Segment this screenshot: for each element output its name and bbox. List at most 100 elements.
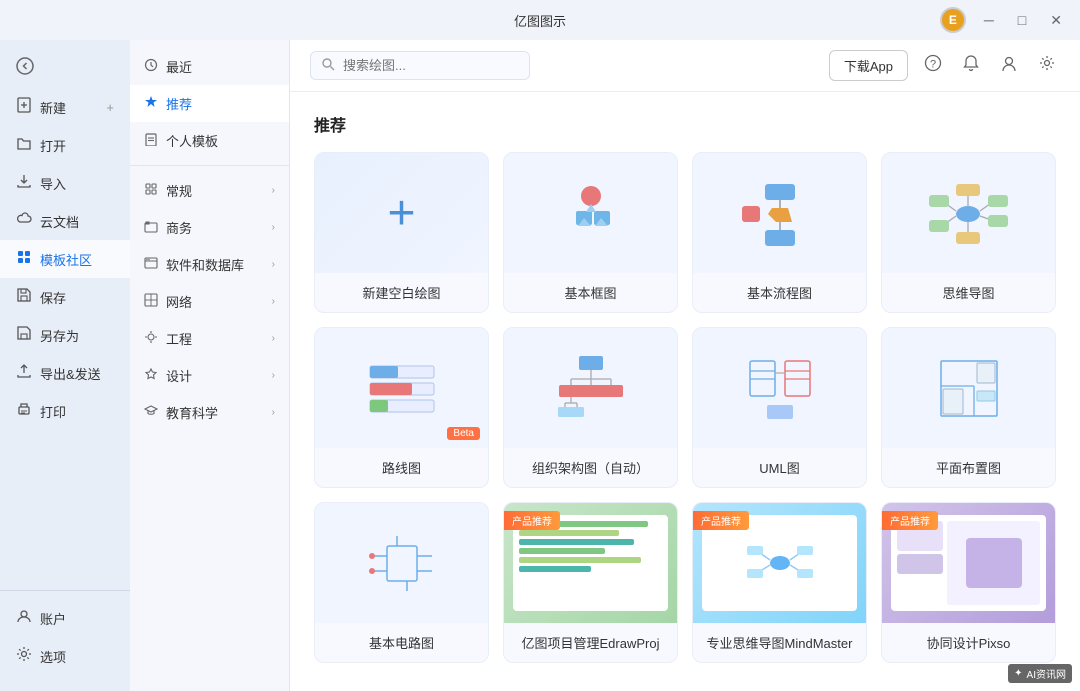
chevron-icon-education: ›	[272, 407, 275, 418]
watermark-text: AI资讯网	[1027, 666, 1066, 681]
template-card-roadmap[interactable]: Beta 路线图	[314, 327, 489, 488]
mid-nav-label-education: 教育科学	[166, 403, 218, 422]
sidebar-item-open[interactable]: 打开	[0, 126, 130, 164]
mid-navigation: 最近 推荐 个人模板 常	[130, 40, 290, 691]
search-box[interactable]	[310, 51, 530, 80]
mid-nav-label-recent: 最近	[166, 57, 192, 76]
template-card-basic-frame[interactable]: 基本框图	[503, 152, 678, 313]
open-icon	[16, 135, 32, 155]
sidebar-item-template[interactable]: 模板社区	[0, 240, 130, 278]
mid-nav-personal[interactable]: 个人模板	[130, 122, 289, 159]
sidebar-back-button[interactable]	[0, 48, 130, 88]
sidebar-item-label-account: 账户	[40, 609, 66, 628]
template-thumbnail-flow	[693, 153, 866, 273]
user-icon[interactable]	[996, 50, 1022, 81]
template-thumbnail-mind	[882, 153, 1055, 273]
saveas-icon	[16, 325, 32, 345]
mid-nav-label-design: 设计	[166, 366, 192, 385]
chevron-icon-software: ›	[272, 259, 275, 270]
recommend-icon	[144, 95, 158, 112]
sidebar-item-import[interactable]: 导入	[0, 164, 130, 202]
product-badge-mindmaster: 产品推荐	[693, 511, 749, 530]
maximize-button[interactable]: □	[1012, 10, 1032, 30]
mid-nav-engineering[interactable]: 工程 ›	[130, 320, 289, 357]
mid-nav-label-recommend: 推荐	[166, 94, 192, 113]
sidebar-item-print[interactable]: 打印	[0, 392, 130, 430]
template-icon	[16, 249, 32, 269]
sidebar-item-export[interactable]: 导出&发送	[0, 354, 130, 392]
template-label-promo2: 专业思维导图MindMaster	[693, 623, 866, 662]
template-label-promo1: 亿图项目管理EdrawProj	[504, 623, 677, 662]
print-icon	[16, 401, 32, 421]
template-card-mindmaster[interactable]: 产品推荐	[692, 502, 867, 663]
mid-nav-recent[interactable]: 最近	[130, 48, 289, 85]
download-app-button[interactable]: 下载App	[829, 50, 908, 81]
template-card-edrawproj[interactable]: 产品推荐 亿图项目管理EdrawProj	[503, 502, 678, 663]
sidebar-item-label-save: 保存	[40, 288, 66, 307]
template-card-mindmap[interactable]: 思维导图	[881, 152, 1056, 313]
product-badge-pixso: 产品推荐	[882, 511, 938, 530]
template-card-new-blank[interactable]: + 新建空白绘图	[314, 152, 489, 313]
sidebar-item-label-new: 新建	[40, 98, 66, 117]
titlebar-controls: E ─ □ ✕	[940, 7, 1068, 33]
sidebar-item-label-cloud: 云文档	[40, 212, 79, 231]
close-button[interactable]: ✕	[1044, 10, 1068, 31]
sidebar-item-options[interactable]: 选项	[0, 637, 130, 675]
template-thumbnail-floor	[882, 328, 1055, 448]
template-card-orgchart[interactable]: 组织架构图（自动）	[503, 327, 678, 488]
svg-text:?: ?	[930, 59, 936, 71]
mid-nav-design[interactable]: 设计 ›	[130, 357, 289, 394]
sidebar-item-cloud[interactable]: 云文档	[0, 202, 130, 240]
mid-nav-software[interactable]: 软件和数据库 ›	[130, 246, 289, 283]
template-card-circuit[interactable]: 基本电路图	[314, 502, 489, 663]
sidebar-item-saveas[interactable]: 另存为	[0, 316, 130, 354]
mid-nav-label-common: 常规	[166, 181, 192, 200]
settings-icon[interactable]	[1034, 50, 1060, 81]
sidebar-item-account[interactable]: 账户	[0, 599, 130, 637]
template-card-floorplan[interactable]: 平面布置图	[881, 327, 1056, 488]
help-icon[interactable]: ?	[920, 50, 946, 81]
minimize-button[interactable]: ─	[978, 10, 1000, 30]
left-sidebar: 新建 + 打开 导入 云文档 模板社区	[0, 40, 130, 691]
template-card-basic-flow[interactable]: 基本流程图	[692, 152, 867, 313]
template-card-pixso[interactable]: 产品推荐 协同设计Pixso	[881, 502, 1056, 663]
mid-nav-network[interactable]: 网络 ›	[130, 283, 289, 320]
export-icon	[16, 363, 32, 383]
template-label-uml: UML图	[693, 448, 866, 487]
sidebar-item-label-export: 导出&发送	[40, 364, 101, 383]
notification-icon[interactable]	[958, 50, 984, 81]
mid-nav-recommend[interactable]: 推荐	[130, 85, 289, 122]
mid-nav-business[interactable]: 商务 ›	[130, 209, 289, 246]
template-thumbnail-new: +	[315, 153, 488, 273]
recent-icon	[144, 58, 158, 75]
sidebar-item-save[interactable]: 保存	[0, 278, 130, 316]
watermark-icon: ✦	[1014, 668, 1022, 679]
chevron-icon-business: ›	[272, 222, 275, 233]
back-icon	[16, 57, 34, 79]
template-label-frame: 基本框图	[504, 273, 677, 312]
business-icon	[144, 219, 158, 236]
sidebar-item-label-import: 导入	[40, 174, 66, 193]
topbar-actions: 下载App ?	[829, 50, 1060, 81]
plus-icon[interactable]: +	[106, 100, 114, 115]
chevron-icon-engineering: ›	[272, 333, 275, 344]
template-thumbnail-circuit	[315, 503, 488, 623]
mid-nav-label-software: 软件和数据库	[166, 255, 244, 274]
search-input[interactable]	[343, 58, 519, 73]
options-icon	[16, 646, 32, 666]
mid-nav-common[interactable]: 常规 ›	[130, 172, 289, 209]
template-thumbnail-road: Beta	[315, 328, 488, 448]
titlebar: 亿图图示 E ─ □ ✕	[0, 0, 1080, 40]
search-icon	[321, 57, 335, 74]
mid-nav-education[interactable]: 教育科学 ›	[130, 394, 289, 431]
engineering-icon	[144, 330, 158, 347]
template-card-uml[interactable]: UML图	[692, 327, 867, 488]
content-area: 下载App ? 推荐	[290, 40, 1080, 691]
network-icon	[144, 293, 158, 310]
template-label-circuit: 基本电路图	[315, 623, 488, 662]
user-avatar[interactable]: E	[940, 7, 966, 33]
sidebar-item-new[interactable]: 新建 +	[0, 88, 130, 126]
common-icon	[144, 182, 158, 199]
template-thumbnail-org	[504, 328, 677, 448]
sidebar-item-label-open: 打开	[40, 136, 66, 155]
